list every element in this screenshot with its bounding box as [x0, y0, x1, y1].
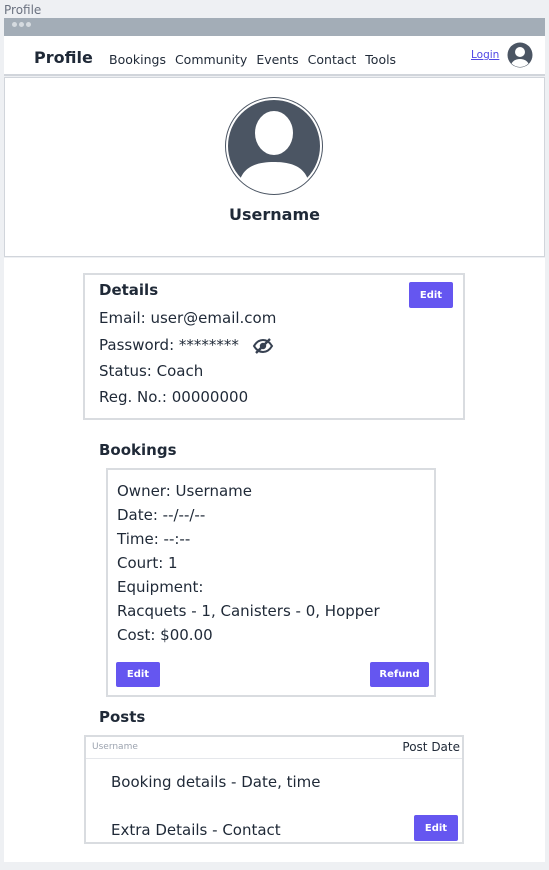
post-edit-button[interactable]: Edit: [414, 815, 458, 841]
booking-owner: Owner: Username: [117, 482, 252, 500]
reg-no-text: Reg. No.: 00000000: [99, 388, 249, 406]
booking-date: Date: --/--/--: [117, 506, 206, 524]
details-card: Details Edit Email: user@email.com Passw…: [83, 273, 465, 420]
nav-link-tools[interactable]: Tools: [365, 52, 396, 67]
profile-username: Username: [229, 205, 320, 224]
nav-link-bookings[interactable]: Bookings: [109, 52, 166, 67]
details-edit-button[interactable]: Edit: [409, 282, 453, 308]
post-divider: [86, 758, 462, 759]
posts-title: Posts: [99, 708, 146, 726]
user-avatar-icon[interactable]: [507, 42, 533, 68]
post-line-extra-details: Extra Details - Contact: [111, 821, 281, 839]
eye-slash-icon[interactable]: [252, 337, 274, 355]
booking-time: Time: --:--: [117, 530, 191, 548]
window-dot[interactable]: [26, 22, 31, 27]
password-row: Password: ********: [99, 336, 274, 355]
booking-cost: Cost: $00.00: [117, 626, 213, 644]
status-text: Status: Coach: [99, 362, 204, 380]
booking-card: Owner: Username Date: --/--/-- Time: --:…: [106, 468, 436, 697]
profile-header: Username: [4, 77, 545, 257]
brand-title[interactable]: Profile: [34, 48, 93, 67]
email-text: Email: user@email.com: [99, 309, 277, 327]
password-text: Password: ********: [99, 336, 239, 354]
profile-content: Details Edit Email: user@email.com Passw…: [4, 258, 545, 862]
bookings-title: Bookings: [99, 441, 177, 459]
tab-label: Profile: [4, 3, 42, 17]
nav-link-events[interactable]: Events: [256, 52, 298, 67]
post-date: Post Date: [402, 740, 460, 754]
post-line-booking-details: Booking details - Date, time: [111, 773, 321, 791]
nav-link-community[interactable]: Community: [175, 52, 247, 67]
booking-refund-button[interactable]: Refund: [370, 662, 429, 687]
post-username: Username: [92, 742, 138, 752]
nav-link-contact[interactable]: Contact: [308, 52, 357, 67]
window-dot[interactable]: [12, 22, 17, 27]
profile-avatar-icon: [225, 97, 323, 195]
post-card: Username Post Date Booking details - Dat…: [84, 735, 464, 844]
booking-equipment-label: Equipment:: [117, 578, 204, 596]
booking-edit-button[interactable]: Edit: [116, 662, 160, 687]
window-controls: [12, 22, 31, 27]
window-title-bar: [4, 18, 545, 36]
booking-equipment-items: Racquets - 1, Canisters - 0, Hopper: [117, 602, 380, 620]
nav-links: Bookings Community Events Contact Tools: [109, 52, 396, 67]
login-link[interactable]: Login: [471, 49, 499, 61]
booking-court: Court: 1: [117, 554, 178, 572]
window-dot[interactable]: [19, 22, 24, 27]
navbar: Profile Bookings Community Events Contac…: [4, 36, 545, 76]
details-title: Details: [99, 281, 159, 299]
